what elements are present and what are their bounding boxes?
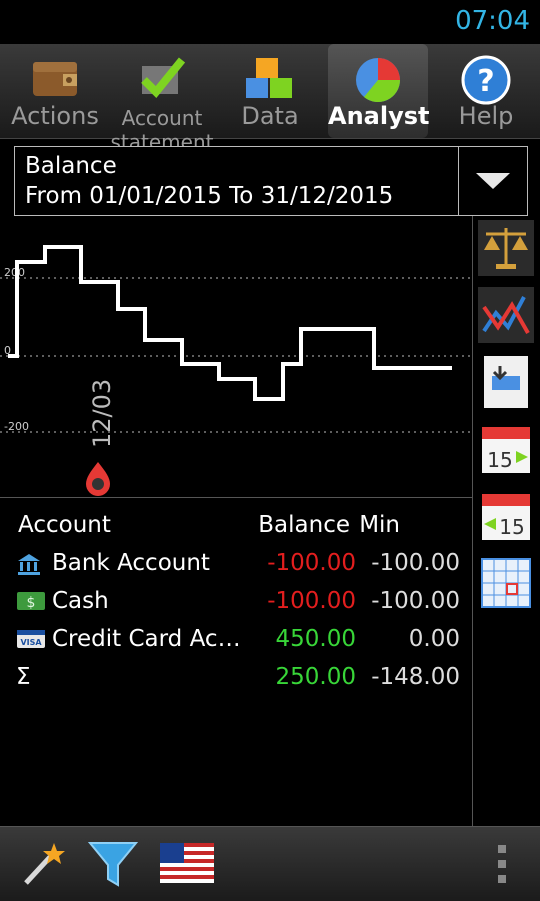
report-type: Balance: [25, 153, 117, 179]
account-name: Bank Account: [52, 550, 210, 576]
header-balance: Balance: [258, 512, 350, 538]
status-clock: 07:04: [455, 6, 530, 36]
svg-text:?: ?: [477, 64, 494, 99]
calendar-prev-icon[interactable]: 15: [478, 488, 534, 544]
calendar-next-icon[interactable]: 15: [478, 421, 534, 477]
balance-chart[interactable]: 200 0 -200 12/03: [0, 216, 472, 496]
svg-text:15: 15: [487, 448, 512, 472]
table-header: Account Balance Min: [0, 508, 472, 546]
tab-actions[interactable]: Actions: [2, 44, 108, 138]
compare-icon[interactable]: [478, 354, 534, 410]
credit-card-icon: VISA: [17, 630, 45, 648]
account-name: Cash: [52, 588, 109, 614]
date-marker-label: 12/03: [88, 379, 116, 448]
tab-label: Actions: [11, 102, 99, 130]
date-range: From 01/01/2015 To 31/12/2015: [25, 183, 394, 209]
overflow-menu-icon[interactable]: [496, 845, 508, 885]
tab-account-statement[interactable]: Account statement: [110, 44, 214, 154]
balance-series-line: [8, 245, 452, 401]
account-min: -100.00: [371, 588, 460, 614]
help-icon: ?: [461, 55, 511, 105]
dropdown-button[interactable]: [458, 147, 527, 215]
total-balance: 250.00: [275, 664, 356, 690]
account-balance: 450.00: [275, 626, 356, 652]
checkmark-icon: [141, 57, 186, 98]
account-min: -100.00: [371, 550, 460, 576]
account-min: 0.00: [408, 626, 460, 652]
vertical-divider: [472, 216, 473, 826]
account-name: Credit Card Ac…: [52, 626, 241, 652]
boxes-icon: [246, 58, 292, 98]
total-label: Σ: [16, 664, 31, 690]
y-tick-label: -200: [4, 420, 29, 433]
table-row[interactable]: $ Cash -100.00 -100.00: [0, 584, 472, 622]
tab-analyst[interactable]: Analyst: [328, 44, 430, 138]
header-account: Account: [18, 512, 111, 538]
account-balance: -100.00: [267, 588, 356, 614]
magic-wand-icon[interactable]: [20, 837, 68, 889]
cash-icon: $: [17, 592, 45, 611]
account-balance: -100.00: [267, 550, 356, 576]
bank-icon: [18, 554, 40, 575]
line-chart-icon[interactable]: [478, 287, 534, 343]
tab-data[interactable]: Data: [218, 44, 322, 138]
y-tick-label: 200: [4, 266, 25, 279]
svg-text:15: 15: [499, 515, 524, 539]
tab-label: Analyst: [328, 102, 430, 130]
table-row[interactable]: VISA Credit Card Ac… 450.00 0.00: [0, 622, 472, 660]
report-selector[interactable]: Balance From 01/01/2015 To 31/12/2015: [14, 146, 528, 216]
scales-icon[interactable]: [478, 220, 534, 276]
tab-label: Help: [458, 102, 514, 130]
table-row-total: Σ 250.00 -148.00: [0, 660, 472, 698]
top-navigation: Actions Account statement Data Analyst ?…: [0, 44, 540, 154]
pie-chart-icon: [356, 58, 401, 103]
svg-text:VISA: VISA: [20, 638, 42, 647]
tab-help[interactable]: ? Help: [436, 44, 536, 138]
bottom-toolbar: [0, 826, 540, 901]
filter-icon[interactable]: [88, 837, 138, 891]
header-min: Min: [359, 512, 400, 538]
tab-label: Data: [241, 102, 299, 130]
svg-text:$: $: [27, 595, 36, 611]
horizontal-divider: [0, 497, 472, 498]
date-marker-pin-icon[interactable]: [86, 462, 110, 496]
total-min: -148.00: [371, 664, 460, 690]
chevron-down-icon: [476, 173, 510, 189]
wallet-icon: [33, 62, 77, 96]
calendar-grid-icon[interactable]: [478, 555, 534, 611]
table-row[interactable]: Bank Account -100.00 -100.00: [0, 546, 472, 584]
status-bar: 07:04: [0, 0, 540, 44]
us-flag-icon[interactable]: [160, 843, 214, 883]
